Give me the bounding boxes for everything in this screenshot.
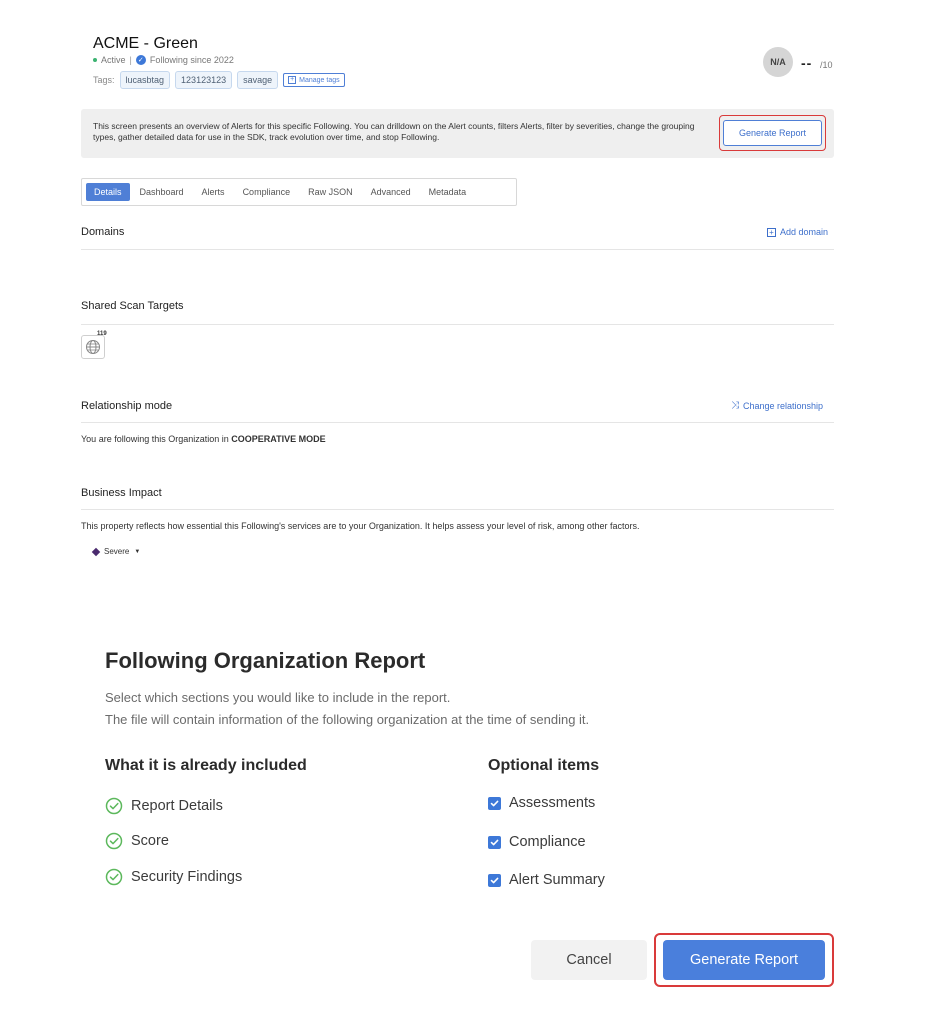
- tags-row: Tags: lucasbtag 123123123 savage + Manag…: [93, 71, 345, 89]
- following-since: Following since 2022: [149, 55, 234, 65]
- tag-chip[interactable]: savage: [237, 71, 279, 89]
- divider: [81, 509, 834, 510]
- check-badge-icon: ✓: [135, 55, 146, 65]
- divider: |: [129, 55, 132, 65]
- included-item: Security Findings: [105, 868, 242, 886]
- tag-chip[interactable]: lucasbtag: [119, 71, 171, 89]
- add-domain-link[interactable]: + Add domain: [767, 227, 828, 237]
- included-item: Score: [105, 832, 169, 850]
- cancel-button[interactable]: Cancel: [531, 940, 647, 980]
- optional-title: Optional items: [488, 757, 600, 774]
- page-title: ACME - Green: [93, 35, 198, 52]
- included-title: What it is already included: [105, 757, 307, 774]
- check-circle-icon: [105, 797, 123, 815]
- divider: [81, 422, 834, 423]
- status-dot: [93, 58, 97, 62]
- relationship-text: You are following this Organization in C…: [81, 434, 326, 444]
- optional-item-compliance[interactable]: Compliance: [488, 834, 586, 850]
- manage-tags-label: Manage tags: [299, 76, 340, 84]
- optional-item-label: Assessments: [509, 795, 596, 811]
- included-item-label: Report Details: [131, 798, 223, 814]
- modal-desc-line: The file will contain information of the…: [105, 712, 590, 727]
- relationship-prefix: You are following this Organization in: [81, 434, 232, 444]
- banner-text: This screen presents an overview of Aler…: [93, 121, 695, 142]
- business-impact-text: This property reflects how essential thi…: [81, 521, 640, 531]
- caret-down-icon: ▼: [134, 548, 141, 555]
- business-impact-title: Business Impact: [81, 487, 162, 499]
- tab-bar: Details Dashboard Alerts Compliance Raw …: [81, 178, 517, 206]
- relationship-mode-value: COOPERATIVE MODE: [231, 434, 326, 444]
- shared-scan-targets-title: Shared Scan Targets: [81, 300, 184, 312]
- plus-icon: +: [767, 227, 776, 237]
- generate-report-submit-button[interactable]: Generate Report: [663, 940, 825, 980]
- diamond-icon: [91, 547, 101, 556]
- check-circle-icon: [105, 868, 123, 886]
- divider: [81, 249, 834, 250]
- optional-item-assessments[interactable]: Assessments: [488, 795, 595, 811]
- tab-compliance[interactable]: Compliance: [235, 183, 299, 201]
- plus-icon: +: [288, 76, 297, 84]
- divider: [81, 324, 834, 325]
- status-text: Active: [101, 55, 126, 65]
- tags-label: Tags:: [93, 75, 115, 85]
- tab-raw-json[interactable]: Raw JSON: [300, 183, 361, 201]
- change-relationship-link[interactable]: ⤨ Change relationship: [731, 400, 823, 411]
- included-item-label: Security Findings: [131, 869, 243, 885]
- checkbox-checked-icon[interactable]: [488, 796, 501, 810]
- tab-dashboard[interactable]: Dashboard: [132, 183, 192, 201]
- manage-tags-button[interactable]: + Manage tags: [283, 73, 345, 87]
- tab-advanced[interactable]: Advanced: [363, 183, 419, 201]
- relationship-mode-title: Relationship mode: [81, 400, 173, 412]
- avatar: N/A: [763, 47, 793, 77]
- score-value: --: [801, 55, 813, 71]
- org-meta: Active | ✓ Following since 2022: [93, 55, 234, 65]
- score-max: /10: [820, 60, 833, 70]
- severity-dropdown[interactable]: Severe ▼: [91, 547, 141, 556]
- included-item: Report Details: [105, 797, 223, 815]
- modal-title: Following Organization Report: [105, 648, 426, 673]
- optional-item-label: Alert Summary: [509, 872, 605, 888]
- included-item-label: Score: [131, 833, 169, 849]
- generate-report-button[interactable]: Generate Report: [723, 120, 822, 146]
- globe-target-button[interactable]: [81, 335, 105, 359]
- add-domain-label: Add domain: [780, 227, 829, 237]
- check-circle-icon: [105, 832, 123, 850]
- shuffle-icon: ⤨: [731, 400, 739, 411]
- tab-details[interactable]: Details: [86, 183, 130, 201]
- optional-item-alert-summary[interactable]: Alert Summary: [488, 872, 605, 888]
- optional-item-label: Compliance: [509, 834, 586, 850]
- change-relationship-label: Change relationship: [743, 400, 824, 411]
- globe-icon: [86, 340, 100, 354]
- tab-alerts[interactable]: Alerts: [194, 183, 233, 201]
- severity-value: Severe: [104, 547, 130, 556]
- tag-chip[interactable]: 123123123: [175, 71, 233, 89]
- tab-metadata[interactable]: Metadata: [421, 183, 475, 201]
- target-count-badge: 119: [97, 331, 107, 337]
- modal-desc-line: Select which sections you would like to …: [105, 690, 451, 705]
- domains-title: Domains: [81, 226, 125, 238]
- modal-description: Select which sections you would like to …: [105, 687, 589, 731]
- checkbox-checked-icon[interactable]: [488, 873, 501, 887]
- checkbox-checked-icon[interactable]: [488, 835, 501, 849]
